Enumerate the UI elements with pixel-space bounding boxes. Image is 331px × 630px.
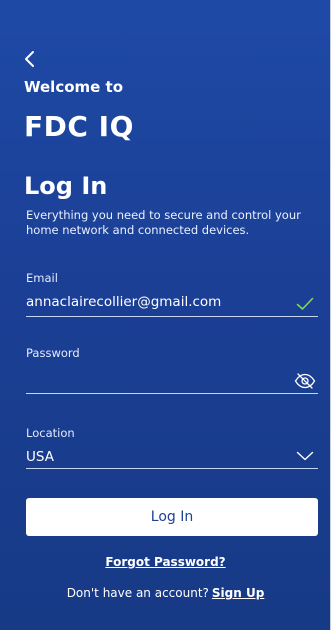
password-field: Password [26, 346, 318, 394]
back-button[interactable] [20, 48, 38, 70]
location-value: USA [26, 449, 54, 465]
email-input[interactable]: annaclairecollier@gmail.com [26, 293, 276, 311]
eye-off-icon[interactable] [294, 372, 316, 390]
password-input[interactable] [26, 368, 276, 386]
sign-up-link[interactable]: Sign Up [212, 586, 264, 600]
location-select[interactable]: Location USA [26, 426, 318, 469]
signup-prompt: Don't have an account? Sign Up [0, 586, 330, 600]
check-icon [294, 295, 316, 313]
location-label: Location [26, 426, 75, 440]
login-button[interactable]: Log In [26, 498, 318, 536]
email-field: Email annaclairecollier@gmail.com [26, 271, 318, 317]
welcome-text: Welcome to [24, 78, 124, 96]
no-account-text: Don't have an account? [66, 586, 209, 600]
chevron-down-icon[interactable] [294, 447, 316, 465]
password-label: Password [26, 346, 80, 360]
chevron-left-icon [25, 51, 34, 67]
brand-title: FDC IQ [24, 110, 134, 143]
login-screen: Welcome to FDC IQ Log In Everything you … [0, 0, 331, 630]
forgot-password-link[interactable]: Forgot Password? [0, 555, 330, 569]
page-subtitle: Everything you need to secure and contro… [26, 208, 301, 237]
page-title: Log In [24, 172, 108, 200]
email-label: Email [26, 271, 58, 285]
